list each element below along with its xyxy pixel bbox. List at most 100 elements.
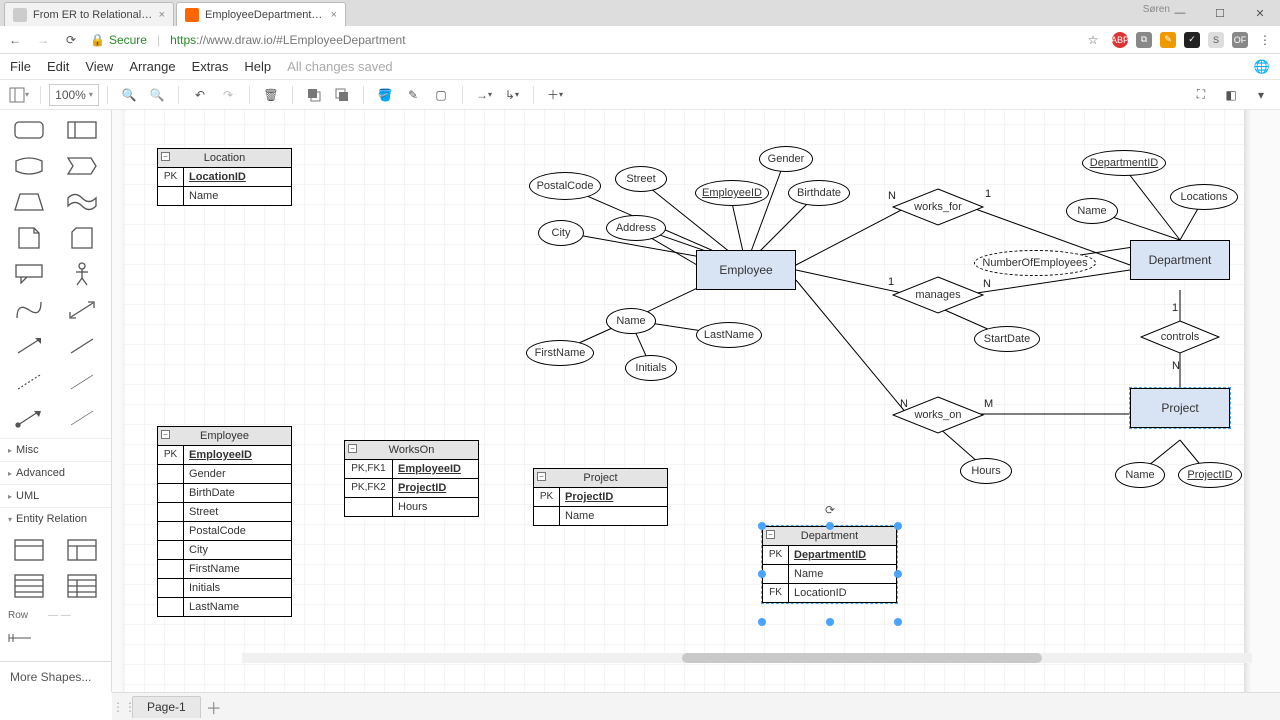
shape-arrow[interactable]: [6, 332, 52, 360]
attr-address[interactable]: Address: [606, 215, 666, 241]
address-bar[interactable]: https://www.draw.io/#LEmployeeDepartment: [170, 33, 1074, 47]
undo-button[interactable]: ↶: [187, 82, 213, 108]
attr-birthdate[interactable]: Birthdate: [788, 180, 850, 206]
ext-icon[interactable]: OF: [1232, 32, 1248, 48]
diagram-canvas[interactable]: −Location PKLocationID Name −Employee PK…: [112, 110, 1280, 692]
minimize-button[interactable]: —: [1160, 0, 1200, 26]
shape-tape[interactable]: [60, 188, 106, 216]
close-tab-icon[interactable]: ×: [159, 9, 165, 21]
close-window-button[interactable]: ✕: [1240, 0, 1280, 26]
resize-handle[interactable]: [894, 522, 902, 530]
shape-curve[interactable]: [6, 296, 52, 324]
redo-button[interactable]: ↷: [215, 82, 241, 108]
close-tab-icon[interactable]: ×: [331, 9, 337, 21]
insert-button[interactable]: ＋▾: [542, 82, 568, 108]
fullscreen-button[interactable]: ⛶: [1188, 82, 1214, 108]
shape-container[interactable]: [60, 116, 106, 144]
attr-lastname[interactable]: LastName: [696, 322, 762, 348]
table-department-selected[interactable]: −Department PKDepartmentID Name FKLocati…: [762, 526, 897, 603]
attr-departmentid[interactable]: DepartmentID: [1082, 150, 1166, 176]
entity-employee[interactable]: Employee: [696, 250, 796, 290]
shape-card[interactable]: [60, 224, 106, 252]
attr-name-emp[interactable]: Name: [606, 308, 656, 334]
table-location[interactable]: −Location PKLocationID Name: [157, 148, 292, 206]
ext-icon[interactable]: ✓: [1184, 32, 1200, 48]
section-entity-relation[interactable]: ▾Entity Relation: [0, 507, 111, 530]
rotate-handle-icon[interactable]: ⟳: [823, 503, 837, 517]
maximize-button[interactable]: ☐: [1200, 0, 1240, 26]
format-panel-button[interactable]: ◧: [1218, 82, 1244, 108]
connection-style-button[interactable]: →▾: [471, 82, 497, 108]
attr-hours[interactable]: Hours: [960, 458, 1012, 484]
er-table2-shape[interactable]: [60, 536, 106, 564]
menu-edit[interactable]: Edit: [47, 59, 69, 74]
resize-handle[interactable]: [894, 618, 902, 626]
shape-conn-arrow[interactable]: [6, 404, 52, 432]
er-list-shape[interactable]: [6, 572, 52, 600]
language-icon[interactable]: 🌐: [1254, 59, 1270, 75]
attr-postalcode[interactable]: PostalCode: [529, 172, 601, 200]
shape-thin-line[interactable]: [60, 368, 106, 396]
shape-plain-line[interactable]: [60, 404, 106, 432]
profile-icon[interactable]: S: [1208, 32, 1224, 48]
ext-icon[interactable]: ⧉: [1136, 32, 1152, 48]
more-shapes-button[interactable]: More Shapes...: [0, 661, 111, 692]
zoom-in-button[interactable]: 🔍: [116, 82, 142, 108]
section-advanced[interactable]: ▸Advanced: [0, 461, 111, 484]
entity-department[interactable]: Department: [1130, 240, 1230, 280]
ext-icon[interactable]: ✎: [1160, 32, 1176, 48]
browser-tab-active[interactable]: EmployeeDepartment - c… ×: [176, 2, 346, 26]
shape-callout[interactable]: [6, 260, 52, 288]
resize-handle[interactable]: [826, 618, 834, 626]
forward-button[interactable]: →: [34, 31, 52, 49]
shape-cylinder[interactable]: [6, 152, 52, 180]
attr-name-proj[interactable]: Name: [1115, 462, 1165, 488]
zoom-select[interactable]: 100%▾: [49, 84, 99, 106]
resize-handle[interactable]: [894, 570, 902, 578]
shape-bidir-arrow[interactable]: [60, 296, 106, 324]
menu-extras[interactable]: Extras: [192, 59, 229, 74]
delete-button[interactable]: 🗑: [258, 82, 284, 108]
shape-rounded-rect[interactable]: [6, 116, 52, 144]
shape-note[interactable]: [6, 224, 52, 252]
menu-arrange[interactable]: Arrange: [129, 59, 175, 74]
security-indicator[interactable]: 🔒 Secure: [90, 33, 147, 47]
waypoint-style-button[interactable]: ↳▾: [499, 82, 525, 108]
shape-dashed[interactable]: [6, 368, 52, 396]
line-color-button[interactable]: ✎: [400, 82, 426, 108]
shape-step[interactable]: [60, 152, 106, 180]
attr-projectid[interactable]: ProjectID: [1178, 462, 1242, 488]
table-project[interactable]: −Project PKProjectID Name: [533, 468, 668, 526]
section-uml[interactable]: ▸UML: [0, 484, 111, 507]
to-front-button[interactable]: [301, 82, 327, 108]
menu-help[interactable]: Help: [244, 59, 271, 74]
resize-handle[interactable]: [758, 522, 766, 530]
outline-handle-icon[interactable]: ⋮⋮: [112, 700, 132, 714]
back-button[interactable]: ←: [6, 31, 24, 49]
bookmark-star-icon[interactable]: ☆: [1084, 31, 1102, 49]
attr-locations[interactable]: Locations: [1170, 184, 1238, 210]
attr-employeeid[interactable]: EmployeeID: [695, 180, 769, 206]
resize-handle[interactable]: [826, 522, 834, 530]
entity-project[interactable]: Project: [1130, 388, 1230, 428]
attr-initials[interactable]: Initials: [625, 355, 677, 381]
rel-controls[interactable]: controls: [1140, 320, 1220, 354]
add-page-button[interactable]: ＋: [201, 695, 227, 719]
table-workson[interactable]: −WorksOn PK,FK1EmployeeID PK,FK2ProjectI…: [344, 440, 479, 517]
menu-file[interactable]: File: [10, 59, 31, 74]
er-table-shape[interactable]: [6, 536, 52, 564]
browser-menu-icon[interactable]: ⋮: [1256, 31, 1274, 49]
attr-gender[interactable]: Gender: [759, 146, 813, 172]
er-grid-shape[interactable]: [60, 572, 106, 600]
to-back-button[interactable]: [329, 82, 355, 108]
fill-color-button[interactable]: 🪣: [372, 82, 398, 108]
row-label[interactable]: Row: [8, 610, 28, 621]
rel-works-for[interactable]: works_for: [892, 188, 984, 226]
attr-numberofemployees[interactable]: NumberOfEmployees: [974, 250, 1096, 276]
attr-firstname[interactable]: FirstName: [526, 340, 594, 366]
abp-icon[interactable]: ABP: [1112, 32, 1128, 48]
resize-handle[interactable]: [758, 618, 766, 626]
zoom-out-button[interactable]: 🔍: [144, 82, 170, 108]
shadow-button[interactable]: ▢: [428, 82, 454, 108]
attr-name-dept[interactable]: Name: [1066, 198, 1118, 224]
